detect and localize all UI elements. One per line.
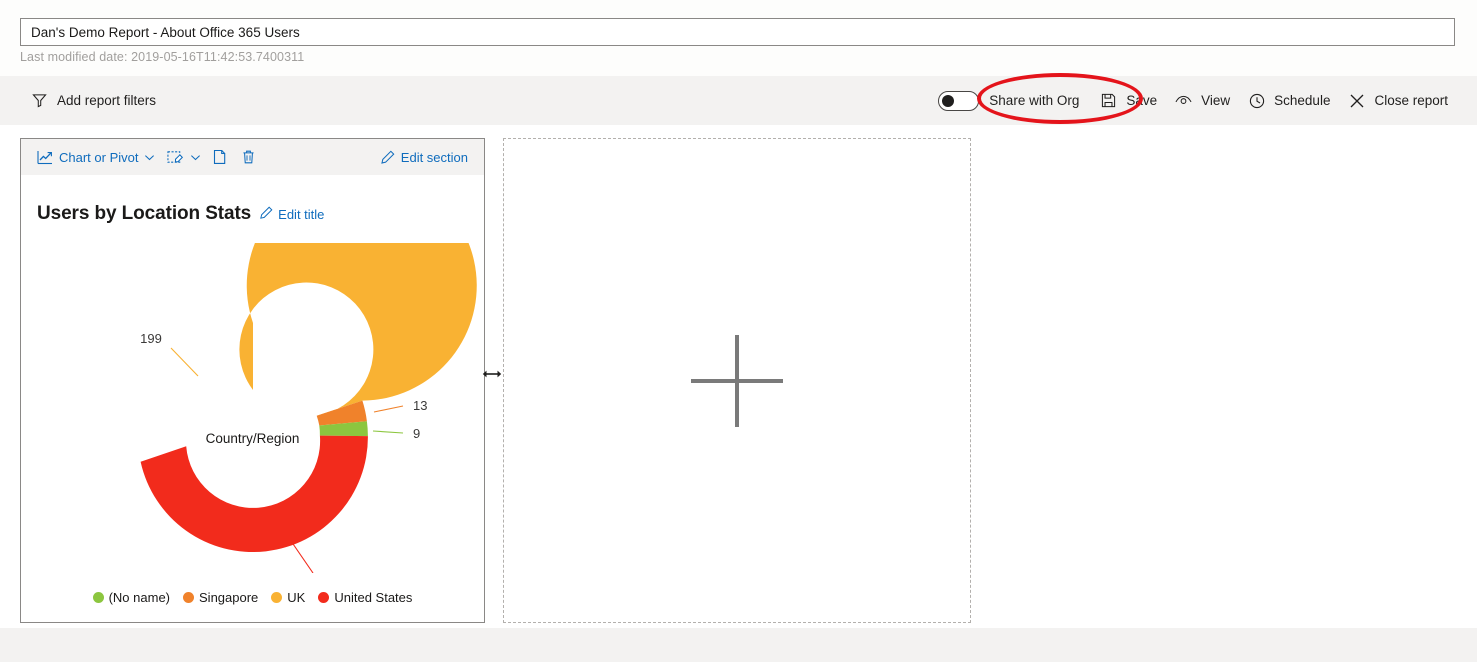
schedule-label: Schedule xyxy=(1274,93,1331,108)
section-toolbar: Chart or Pivot Edit section xyxy=(21,139,484,175)
legend-label: UK xyxy=(287,590,306,605)
save-floppy-icon xyxy=(1100,92,1117,109)
chevron-down-icon xyxy=(144,152,155,163)
legend-item-no-name[interactable]: (No name) xyxy=(92,590,171,605)
legend-color-swatch xyxy=(183,592,195,603)
slice-singapore xyxy=(316,400,367,426)
legend-label: United States xyxy=(334,590,413,605)
leader-line-singapore xyxy=(373,405,404,413)
data-label-uk: 199 xyxy=(140,331,162,346)
data-label-singapore: 13 xyxy=(413,398,427,413)
schedule-button[interactable]: Schedule xyxy=(1239,85,1339,117)
leader-line-uk xyxy=(170,347,199,377)
share-with-org-toggle[interactable]: Share with Org xyxy=(930,85,1087,117)
pencil-icon xyxy=(380,150,395,165)
view-button[interactable]: View xyxy=(1166,85,1239,117)
legend-item-uk[interactable]: UK xyxy=(271,590,305,605)
duplicate-section-button[interactable] xyxy=(207,143,235,171)
close-report-label: Close report xyxy=(1374,93,1448,108)
edit-section-label: Edit section xyxy=(400,149,468,165)
edit-layout-icon xyxy=(167,149,184,165)
edit-title-label: Edit title xyxy=(278,206,325,222)
eye-icon xyxy=(1175,92,1192,109)
command-bar-right-group: Share with Org Save View Schedule Close … xyxy=(930,76,1457,125)
section-body: Users by Location Stats Edit title 199 1… xyxy=(21,175,484,622)
save-button[interactable]: Save xyxy=(1091,85,1166,117)
toggle-knob xyxy=(942,94,955,107)
legend-color-swatch xyxy=(271,592,283,603)
trash-icon xyxy=(241,149,256,165)
donut-chart[interactable]: 199 13 9 125 Country/Region xyxy=(21,243,484,573)
pencil-icon xyxy=(259,206,273,223)
clock-icon xyxy=(1248,92,1265,109)
chart-section-panel[interactable]: Chart or Pivot Edit section Users by Loc… xyxy=(20,138,485,623)
view-label: View xyxy=(1201,93,1231,108)
report-canvas: Chart or Pivot Edit section Users by Loc… xyxy=(0,125,1477,628)
chart-or-pivot-label: Chart or Pivot xyxy=(59,149,139,165)
add-section-placeholder[interactable] xyxy=(503,138,971,623)
legend-color-swatch xyxy=(92,592,104,603)
chevron-down-icon xyxy=(190,152,201,163)
legend-item-united-states[interactable]: United States xyxy=(318,590,412,605)
section-title: Users by Location Stats xyxy=(37,203,252,224)
command-bar-left-group: Add report filters xyxy=(22,76,165,125)
section-title-row: Users by Location Stats Edit title xyxy=(37,203,324,225)
share-with-org-label: Share with Org xyxy=(989,93,1080,108)
report-header: Last modified date: 2019-05-16T11:42:53.… xyxy=(0,0,1477,76)
page-footer-strip xyxy=(0,628,1477,662)
horizontal-resize-icon xyxy=(482,367,502,385)
chart-or-pivot-button[interactable]: Chart or Pivot xyxy=(31,143,161,171)
plus-icon xyxy=(691,334,783,427)
add-report-filters-label: Add report filters xyxy=(57,93,157,108)
close-x-icon xyxy=(1348,92,1365,109)
report-command-bar: Add report filters Share with Org Save V… xyxy=(0,76,1477,125)
donut-chart-svg: 199 13 9 125 xyxy=(140,243,477,573)
donut-center-label: Country/Region xyxy=(205,431,300,446)
section-layout-button[interactable] xyxy=(161,143,207,171)
legend-label: (No name) xyxy=(108,590,171,605)
line-chart-icon xyxy=(37,149,53,165)
add-report-filters-button[interactable]: Add report filters xyxy=(22,85,165,117)
section-resize-handle[interactable] xyxy=(481,365,503,387)
delete-section-button[interactable] xyxy=(235,143,262,171)
filter-icon xyxy=(31,92,48,109)
legend-color-swatch xyxy=(318,592,330,603)
slice-uk xyxy=(239,243,477,416)
save-label: Save xyxy=(1126,93,1158,108)
last-modified-date: Last modified date: 2019-05-16T11:42:53.… xyxy=(20,50,305,64)
edit-title-button[interactable]: Edit title xyxy=(259,206,324,223)
chart-legend: (No name) Singapore UK United States xyxy=(21,590,484,605)
close-report-button[interactable]: Close report xyxy=(1339,85,1457,117)
legend-item-singapore[interactable]: Singapore xyxy=(183,590,258,605)
slice-united-states xyxy=(140,435,368,553)
report-title-input[interactable] xyxy=(20,18,1455,46)
toggle-switch[interactable] xyxy=(938,90,980,111)
leader-line-united-states xyxy=(290,540,314,573)
copy-icon xyxy=(213,149,229,165)
legend-label: Singapore xyxy=(199,590,259,605)
edit-section-button[interactable]: Edit section xyxy=(374,143,474,171)
